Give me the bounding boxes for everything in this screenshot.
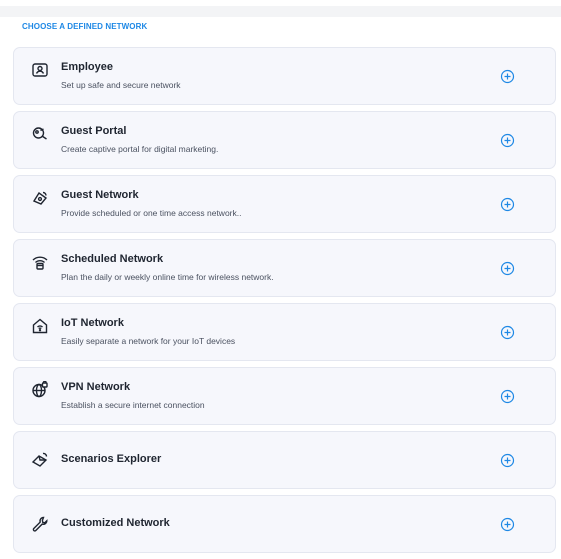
- add-circle-icon[interactable]: [500, 517, 515, 532]
- top-bar: [0, 6, 561, 17]
- card-iot-network[interactable]: IoT Network Easily separate a network fo…: [13, 303, 556, 361]
- card-title: Employee: [61, 61, 113, 73]
- card-scenarios-explorer[interactable]: Scenarios Explorer: [13, 431, 556, 489]
- add-circle-icon[interactable]: [500, 453, 515, 468]
- card-title: Customized Network: [61, 517, 170, 529]
- badge-icon: [31, 61, 49, 79]
- guest-portal-icon: [31, 125, 49, 143]
- card-title: VPN Network: [61, 381, 131, 393]
- add-circle-icon[interactable]: [500, 69, 515, 84]
- card-customized-network[interactable]: Customized Network: [13, 495, 556, 553]
- card-title: Scheduled Network: [61, 253, 164, 265]
- network-list: Employee Set up safe and secure network …: [13, 47, 556, 559]
- scenarios-icon: [31, 451, 49, 469]
- card-guest-network[interactable]: Guest Network Provide scheduled or one t…: [13, 175, 556, 233]
- card-title: Guest Portal: [61, 125, 127, 137]
- card-vpn-network[interactable]: VPN Network Establish a secure internet …: [13, 367, 556, 425]
- card-description: Plan the daily or weekly online time for…: [61, 272, 274, 282]
- scheduled-network-icon: [31, 253, 49, 271]
- card-employee[interactable]: Employee Set up safe and secure network: [13, 47, 556, 105]
- section-title: CHOOSE A DEFINED NETWORK: [22, 22, 148, 31]
- card-description: Provide scheduled or one time access net…: [61, 208, 242, 218]
- card-description: Easily separate a network for your IoT d…: [61, 336, 236, 346]
- card-title: Guest Network: [61, 189, 139, 201]
- card-description: Set up safe and secure network: [61, 80, 181, 90]
- add-circle-icon[interactable]: [500, 197, 515, 212]
- add-circle-icon[interactable]: [500, 261, 515, 276]
- add-circle-icon[interactable]: [500, 325, 515, 340]
- guest-network-icon: [31, 189, 49, 207]
- wrench-icon: [31, 515, 49, 533]
- card-scheduled-network[interactable]: Scheduled Network Plan the daily or week…: [13, 239, 556, 297]
- vpn-globe-icon: [31, 381, 49, 399]
- card-description: Create captive portal for digital market…: [61, 144, 219, 154]
- card-guest-portal[interactable]: Guest Portal Create captive portal for d…: [13, 111, 556, 169]
- add-circle-icon[interactable]: [500, 133, 515, 148]
- iot-home-icon: [31, 317, 49, 335]
- card-description: Establish a secure internet connection: [61, 400, 205, 410]
- card-title: IoT Network: [61, 317, 124, 329]
- card-title: Scenarios Explorer: [61, 453, 162, 465]
- add-circle-icon[interactable]: [500, 389, 515, 404]
